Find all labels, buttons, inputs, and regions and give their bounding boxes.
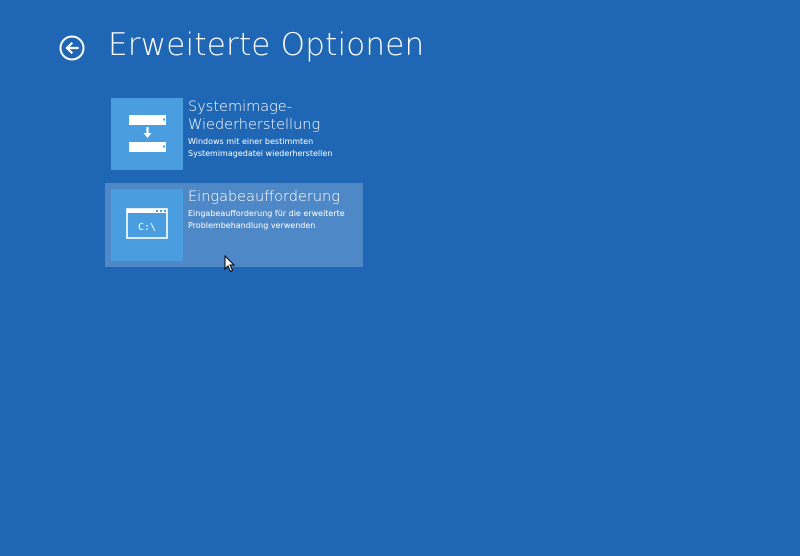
command-prompt-icon: C:\ xyxy=(126,208,168,239)
command-prompt-icon-text: C:\ xyxy=(138,222,156,233)
option-text: Eingabeaufforderung Eingabeaufforderung … xyxy=(188,188,363,232)
option-title-line: Systemimage- xyxy=(188,99,292,115)
option-description-line: Eingabeaufforderung für die erweiterte xyxy=(188,209,345,218)
option-description: Windows mit einer bestimmten Systemimage… xyxy=(188,136,363,160)
option-description-line: Windows mit einer bestimmten xyxy=(188,137,314,146)
option-text: Systemimage- Wiederherstellung Windows m… xyxy=(188,98,363,160)
back-button[interactable] xyxy=(59,35,85,61)
option-title: Systemimage- Wiederherstellung xyxy=(188,98,363,134)
option-description: Eingabeaufforderung für die erweiterte P… xyxy=(188,208,363,232)
back-arrow-circle-icon xyxy=(59,35,85,61)
option-tile xyxy=(111,98,183,170)
option-tile: C:\ xyxy=(111,189,183,261)
page-title: Erweiterte Optionen xyxy=(108,27,425,63)
option-description-line: Systemimagedatei wiederherstellen xyxy=(188,149,333,158)
mouse-pointer-icon xyxy=(224,255,236,273)
advanced-options-screen: Erweiterte Optionen Systemimage- Wiederh… xyxy=(0,0,800,556)
option-system-image-recovery[interactable]: Systemimage- Wiederherstellung Windows m… xyxy=(105,98,363,182)
system-image-recovery-icon xyxy=(129,115,166,152)
option-title-line: Wiederherstellung xyxy=(188,117,321,133)
option-title: Eingabeaufforderung xyxy=(188,189,340,205)
option-description-line: Problembehandlung verwenden xyxy=(188,221,316,230)
